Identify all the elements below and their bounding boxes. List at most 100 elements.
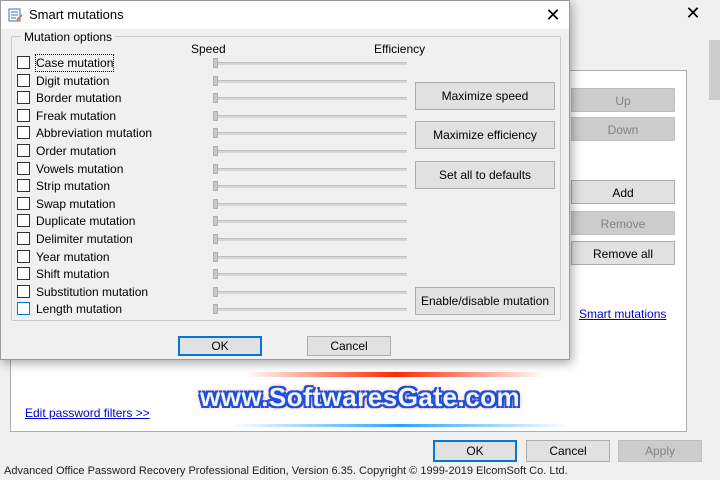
slider-track xyxy=(213,132,407,136)
main-ok-button[interactable]: OK xyxy=(433,440,517,462)
smart-mutations-link[interactable]: Smart mutations xyxy=(579,307,666,321)
slider-thumb[interactable] xyxy=(213,128,218,139)
mutation-row: Case mutation xyxy=(17,54,417,72)
slider-thumb[interactable] xyxy=(213,286,218,297)
mutation-row: Swap mutation xyxy=(17,196,417,212)
mutation-slider[interactable] xyxy=(213,163,407,174)
slider-thumb[interactable] xyxy=(213,304,218,315)
up-button[interactable]: Up xyxy=(571,88,675,112)
slider-thumb[interactable] xyxy=(213,251,218,262)
add-button[interactable]: Add xyxy=(571,180,675,204)
mutation-slider[interactable] xyxy=(213,234,407,244)
slider-thumb[interactable] xyxy=(213,234,218,244)
maximize-speed-button[interactable]: Maximize speed xyxy=(415,82,555,110)
slider-track xyxy=(213,308,407,312)
mutation-checkbox[interactable] xyxy=(17,161,30,175)
mutation-slider[interactable] xyxy=(213,286,407,297)
mutation-slider[interactable] xyxy=(213,216,407,227)
slider-thumb[interactable] xyxy=(213,269,218,280)
mutation-slider[interactable] xyxy=(213,110,407,121)
mutation-slider[interactable] xyxy=(213,93,407,104)
set-defaults-button[interactable]: Set all to defaults xyxy=(415,161,555,189)
main-apply-button[interactable]: Apply xyxy=(618,440,702,462)
slider-thumb[interactable] xyxy=(213,110,218,121)
mutation-checkbox[interactable] xyxy=(17,232,30,245)
main-close-icon[interactable]: ✕ xyxy=(683,3,703,23)
mutation-checkbox[interactable] xyxy=(17,214,30,228)
dialog-title: Smart mutations xyxy=(29,7,124,22)
mutation-slider[interactable] xyxy=(213,75,407,86)
down-button[interactable]: Down xyxy=(571,117,675,141)
mutation-checkbox[interactable] xyxy=(17,126,30,140)
mutation-slider[interactable] xyxy=(213,198,407,209)
mutation-label[interactable]: Substitution mutation xyxy=(36,284,148,300)
slider-thumb[interactable] xyxy=(213,75,218,86)
speed-header: Speed xyxy=(191,42,226,56)
remove-button[interactable]: Remove xyxy=(571,211,675,235)
main-scrollbar[interactable] xyxy=(709,40,720,100)
mutation-slider[interactable] xyxy=(213,181,407,192)
mutation-row: Delimiter mutation xyxy=(17,231,417,247)
mutation-row: Order mutation xyxy=(17,143,417,159)
mutation-label[interactable]: Digit mutation xyxy=(36,73,109,89)
mutation-checkbox[interactable] xyxy=(17,267,30,281)
mutation-label[interactable]: Border mutation xyxy=(36,90,121,106)
mutation-label[interactable]: Abbreviation mutation xyxy=(36,125,152,141)
mutation-checkbox[interactable] xyxy=(17,179,30,193)
mutation-checkbox[interactable] xyxy=(17,91,30,105)
mutation-row: Digit mutation xyxy=(17,73,417,89)
cancel-button[interactable]: Cancel xyxy=(307,336,391,356)
slider-thumb[interactable] xyxy=(213,146,218,156)
mutation-options-label: Mutation options xyxy=(21,30,116,44)
slider-thumb[interactable] xyxy=(213,198,218,209)
slider-thumb[interactable] xyxy=(213,58,218,68)
mutation-label[interactable]: Freak mutation xyxy=(36,108,116,124)
mutation-label[interactable]: Swap mutation xyxy=(36,196,115,212)
mutation-label[interactable]: Shift mutation xyxy=(36,266,109,282)
mutation-checkbox[interactable] xyxy=(17,73,30,87)
mutation-checkbox[interactable] xyxy=(17,108,30,122)
mutation-slider[interactable] xyxy=(213,128,407,139)
slider-thumb[interactable] xyxy=(213,181,218,192)
mutation-label[interactable]: Case mutation xyxy=(34,54,115,72)
mutation-label[interactable]: Duplicate mutation xyxy=(36,213,135,229)
mutation-checkbox[interactable] xyxy=(17,249,30,263)
mutation-checkbox[interactable] xyxy=(17,196,30,210)
mutation-label[interactable]: Year mutation xyxy=(36,249,110,265)
watermark-blue-line xyxy=(230,424,570,427)
enable-disable-mutation-button[interactable]: Enable/disable mutation xyxy=(415,287,555,315)
slider-track xyxy=(213,255,407,259)
status-bar: Advanced Office Password Recovery Profes… xyxy=(0,463,720,480)
mutation-slider[interactable] xyxy=(213,58,407,68)
slider-thumb[interactable] xyxy=(213,216,218,227)
slider-track xyxy=(213,97,407,101)
slider-thumb[interactable] xyxy=(213,93,218,104)
mutation-slider[interactable] xyxy=(213,269,407,280)
slider-track xyxy=(213,202,407,206)
maximize-efficiency-button[interactable]: Maximize efficiency xyxy=(415,121,555,149)
mutation-checkbox[interactable] xyxy=(17,144,30,157)
slider-track xyxy=(213,79,407,83)
mutation-slider[interactable] xyxy=(213,146,407,156)
watermark-text: www.SoftwaresGate.com xyxy=(200,382,521,412)
mutation-label[interactable]: Strip mutation xyxy=(36,178,110,194)
main-cancel-button[interactable]: Cancel xyxy=(526,440,610,462)
mutation-row: Year mutation xyxy=(17,249,417,265)
dialog-titlebar[interactable]: Smart mutations ✕ xyxy=(1,1,569,29)
mutation-label[interactable]: Order mutation xyxy=(36,143,116,159)
mutation-checkbox[interactable] xyxy=(17,284,30,298)
mutation-checkbox[interactable] xyxy=(17,56,30,69)
close-icon[interactable]: ✕ xyxy=(541,5,565,25)
mutation-checkbox[interactable] xyxy=(17,302,30,316)
slider-track xyxy=(213,150,407,153)
edit-password-filters-link[interactable]: Edit password filters >> xyxy=(25,406,150,420)
mutation-slider[interactable] xyxy=(213,251,407,262)
mutation-label[interactable]: Delimiter mutation xyxy=(36,231,133,247)
mutation-slider[interactable] xyxy=(213,304,407,315)
mutation-row: Substitution mutation xyxy=(17,284,417,300)
ok-button[interactable]: OK xyxy=(178,336,262,356)
remove-all-button[interactable]: Remove all xyxy=(571,241,675,265)
mutation-label[interactable]: Vowels mutation xyxy=(36,161,123,177)
mutation-label[interactable]: Length mutation xyxy=(36,301,122,317)
slider-thumb[interactable] xyxy=(213,163,218,174)
